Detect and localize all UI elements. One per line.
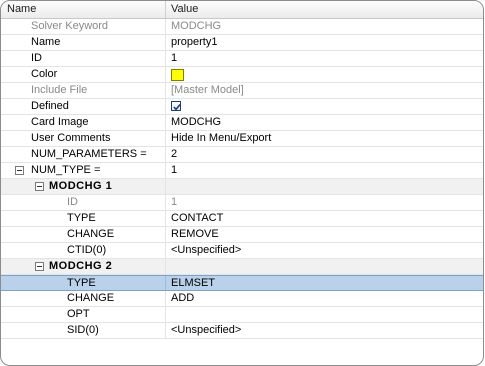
row-value: [Master Model]	[171, 84, 244, 96]
column-divider[interactable]	[165, 1, 166, 18]
user-comments-value[interactable]: Hide In Menu/Export	[171, 132, 271, 144]
change-value[interactable]: ADD	[171, 292, 194, 304]
row-modchg2-opt[interactable]: OPT	[1, 307, 483, 323]
row-user-comments[interactable]: User Comments Hide In Menu/Export	[1, 131, 483, 147]
collapse-toggle-icon[interactable]	[15, 166, 24, 175]
row-modchg1-type[interactable]: TYPE CONTACT	[1, 211, 483, 227]
table-header: Name Value	[1, 1, 483, 19]
row-modchg1-change[interactable]: CHANGE REMOVE	[1, 227, 483, 243]
row-num-parameters[interactable]: NUM_PARAMETERS = 2	[1, 147, 483, 163]
color-swatch[interactable]	[171, 69, 184, 81]
row-label: SID(0)	[67, 324, 99, 336]
defined-checkbox[interactable]	[171, 101, 181, 111]
row-label: CHANGE	[67, 228, 115, 240]
row-num-type[interactable]: NUM_TYPE = 1	[1, 163, 483, 179]
row-id[interactable]: ID 1	[1, 51, 483, 67]
row-label: Color	[31, 68, 58, 80]
collapse-toggle-icon[interactable]	[35, 182, 44, 191]
row-defined[interactable]: Defined	[1, 99, 483, 115]
row-value: MODCHG	[171, 20, 222, 32]
row-label: CTID(0)	[67, 244, 107, 256]
row-modchg1-id[interactable]: ID 1	[1, 195, 483, 211]
row-label: Defined	[31, 100, 69, 112]
property-table: Name Value Solver Keyword MODCHG Name pr…	[0, 0, 484, 366]
row-label: TYPE	[67, 277, 96, 289]
section-modchg-2[interactable]: MODCHG 2	[1, 259, 483, 275]
ctid-value[interactable]: <Unspecified>	[171, 244, 241, 256]
sid-value[interactable]: <Unspecified>	[171, 324, 241, 336]
row-label: Solver Keyword	[31, 20, 109, 32]
card-image-value[interactable]: MODCHG	[171, 116, 221, 128]
type-value[interactable]: ELMSET	[171, 277, 215, 289]
section-title: MODCHG 2	[49, 260, 113, 272]
row-card-image[interactable]: Card Image MODCHG	[1, 115, 483, 131]
row-include-file[interactable]: Include File [Master Model]	[1, 83, 483, 99]
num-parameters-value[interactable]: 2	[171, 148, 177, 160]
row-label: OPT	[67, 308, 90, 320]
collapse-toggle-icon[interactable]	[35, 262, 44, 271]
row-modchg1-ctid[interactable]: CTID(0) <Unspecified>	[1, 243, 483, 259]
type-value[interactable]: CONTACT	[171, 212, 223, 224]
row-name[interactable]: Name property1	[1, 35, 483, 51]
row-color[interactable]: Color	[1, 67, 483, 83]
row-label: Card Image	[31, 116, 89, 128]
row-label: User Comments	[31, 132, 111, 144]
row-label: ID	[67, 196, 78, 208]
value-column-header[interactable]: Value	[171, 3, 198, 15]
id-value[interactable]: 1	[171, 52, 177, 64]
row-label: NUM_TYPE =	[31, 164, 101, 176]
section-title: MODCHG 1	[49, 180, 113, 192]
num-type-value[interactable]: 1	[171, 164, 177, 176]
name-value[interactable]: property1	[171, 36, 217, 48]
row-label: NUM_PARAMETERS =	[31, 148, 147, 160]
row-modchg2-sid[interactable]: SID(0) <Unspecified>	[1, 323, 483, 339]
row-label: CHANGE	[67, 292, 115, 304]
row-solver-keyword[interactable]: Solver Keyword MODCHG	[1, 19, 483, 35]
row-label: Name	[31, 36, 61, 48]
row-label: Include File	[31, 84, 88, 96]
section-modchg-1[interactable]: MODCHG 1	[1, 179, 483, 195]
row-modchg2-type[interactable]: TYPE ELMSET	[1, 275, 483, 291]
row-modchg2-change[interactable]: CHANGE ADD	[1, 291, 483, 307]
checkmark-icon	[173, 104, 181, 111]
row-label: TYPE	[67, 212, 96, 224]
change-value[interactable]: REMOVE	[171, 228, 219, 240]
row-value: 1	[171, 196, 178, 208]
name-column-header[interactable]: Name	[7, 3, 36, 15]
row-label: ID	[31, 52, 42, 64]
